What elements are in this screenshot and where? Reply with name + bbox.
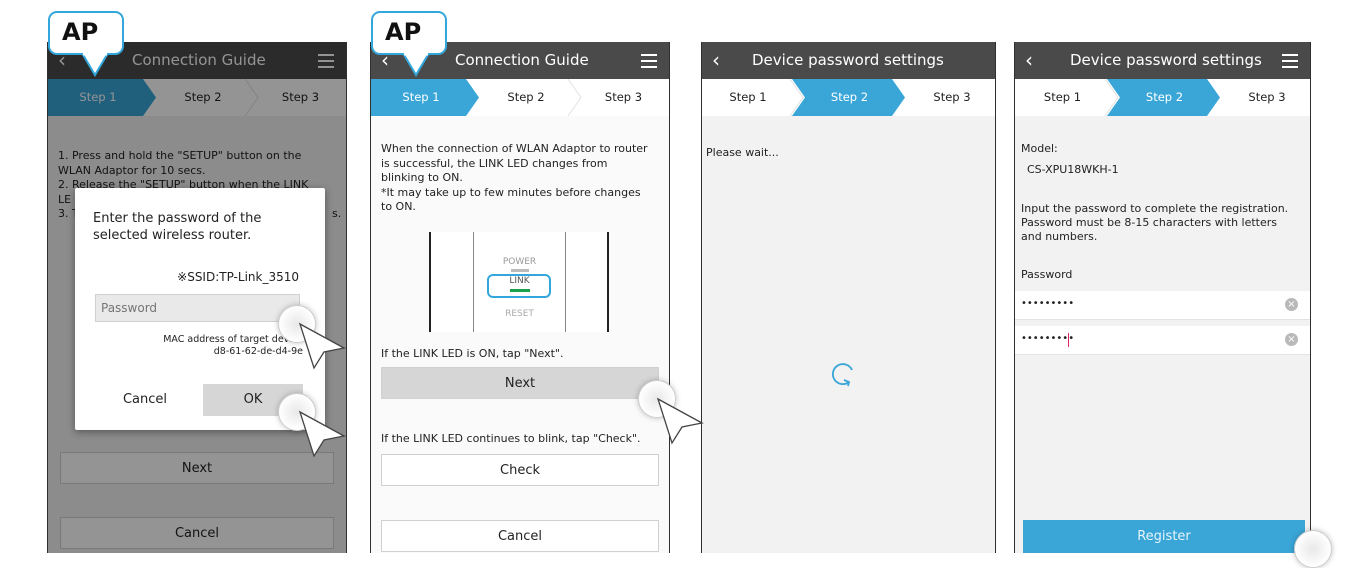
badge-pointer — [403, 53, 431, 77]
tab-step-3: Step 3 — [933, 90, 971, 104]
pointer-cursor-icon — [656, 397, 704, 445]
screen-connection-guide-step1-dialog: ‹ Connection Guide Step 1 Step 2 Step 3 … — [47, 42, 347, 553]
instruction-line: When the connection of WLAN Adaptor to r… — [381, 142, 648, 155]
tab-step-2: Step 2 — [507, 90, 545, 104]
power-led — [511, 269, 529, 272]
mac-info: MAC address of target device d8-61-62-de… — [163, 334, 303, 358]
description-line: and numbers. — [1021, 230, 1098, 243]
screen-connection-guide-step1-led: ‹ Connection Guide Step 1 Step 2 Step 3 … — [370, 42, 670, 553]
check-button[interactable]: Check — [381, 454, 659, 486]
password-input[interactable] — [95, 294, 300, 322]
mac-value: d8-61-62-de-d4-9e — [213, 346, 303, 357]
dialog-prompt-line: Enter the password of the — [93, 211, 262, 226]
menu-icon[interactable] — [641, 54, 657, 72]
tab-step-3: Step 3 — [1248, 90, 1286, 104]
please-wait-text: Please wait... — [706, 146, 779, 159]
instructions: When the connection of WLAN Adaptor to r… — [381, 142, 666, 215]
link-on-text: If the LINK LED is ON, tap "Next". — [381, 347, 564, 360]
adaptor-illustration: POWER LINK RESET — [429, 232, 609, 332]
ap-mode-badge: AP — [48, 11, 124, 55]
step-indicator: Step 1 Step 2 Step 3 — [1015, 79, 1310, 116]
pointer-cursor-icon — [298, 322, 346, 370]
step-indicator: Step 1 Step 2 Step 3 — [371, 79, 669, 116]
page-title: Device password settings — [752, 51, 944, 69]
back-icon[interactable]: ‹ — [1025, 42, 1033, 79]
screen-device-password-form: ‹ Device password settings Step 1 Step 2… — [1014, 42, 1311, 553]
instruction-line: *It may take up to few minutes before ch… — [381, 185, 641, 199]
description-line: Password must be 8-15 characters with le… — [1021, 216, 1278, 229]
touch-indicator — [1294, 530, 1332, 568]
password-label: Password — [1021, 268, 1073, 281]
page-title: Device password settings — [1070, 51, 1262, 69]
text-cursor — [1068, 333, 1069, 347]
instruction-line: is successful, the LINK LED changes from — [381, 156, 608, 170]
loading-spinner-icon — [832, 363, 853, 387]
dialog-cancel-button[interactable]: Cancel — [95, 384, 195, 416]
tab-step-2: Step 2 — [1145, 90, 1184, 104]
pointer-cursor-icon — [298, 410, 346, 458]
description-line: Input the password to complete the regis… — [1021, 202, 1289, 215]
password-field[interactable]: ••••••••• × — [1015, 291, 1310, 320]
top-bar: ‹ Device password settings — [1015, 42, 1310, 79]
clear-icon[interactable]: × — [1285, 333, 1298, 346]
confirm-password-value: ••••••••• — [1021, 333, 1075, 344]
link-led — [510, 289, 530, 292]
ssid-label: ※SSID:TP-Link_3510 — [177, 270, 299, 284]
link-blink-text: If the LINK LED continues to blink, tap … — [381, 432, 641, 445]
tab-step-1: Step 1 — [402, 90, 440, 104]
cancel-button[interactable]: Cancel — [381, 520, 659, 552]
power-label: POWER — [502, 257, 537, 267]
tab-step-1: Step 1 — [1043, 90, 1082, 104]
next-button[interactable]: Next — [381, 367, 659, 399]
screen-device-password-wait: ‹ Device password settings Step 1 Step 2… — [701, 42, 996, 553]
instruction-line: blinking to ON. — [381, 171, 463, 184]
step-indicator: Step 1 Step 2 Step 3 — [702, 79, 995, 116]
badge-pointer — [82, 53, 110, 77]
tab-step-3: Step 3 — [604, 90, 643, 104]
instruction-line: to ON. — [381, 200, 416, 213]
page-title: Connection Guide — [455, 51, 589, 69]
clear-icon[interactable]: × — [1285, 298, 1298, 311]
top-bar: ‹ Device password settings — [702, 42, 995, 79]
confirm-password-field[interactable]: ••••••••• × — [1015, 326, 1310, 355]
tab-step-1: Step 1 — [729, 90, 767, 104]
back-icon[interactable]: ‹ — [712, 42, 720, 79]
password-value: ••••••••• — [1021, 298, 1075, 309]
ap-mode-badge: AP — [371, 11, 447, 55]
model-value: CS-XPU18WKH-1 — [1027, 163, 1119, 176]
register-button[interactable]: Register — [1023, 520, 1305, 553]
dialog-prompt: Enter the password of the selected wirel… — [93, 210, 261, 244]
model-label: Model: — [1021, 142, 1058, 155]
tab-step-2: Step 2 — [830, 90, 869, 104]
password-description: Input the password to complete the regis… — [1021, 202, 1310, 244]
link-label: LINK — [509, 276, 530, 286]
menu-icon[interactable] — [1282, 54, 1298, 72]
dialog-prompt-line: selected wireless router. — [93, 228, 252, 243]
reset-label: RESET — [505, 309, 534, 319]
